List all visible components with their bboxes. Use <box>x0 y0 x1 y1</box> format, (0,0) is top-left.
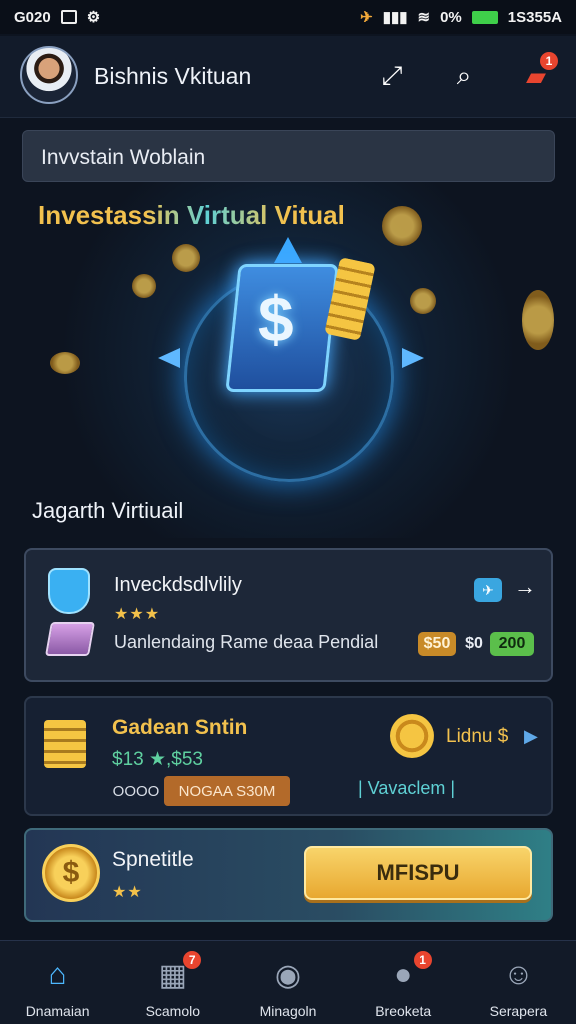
nav-label: Dnamaian <box>25 1003 90 1019</box>
app-header: Bishnis Vkituan ⤢ ⌕ ▰ 1 <box>0 36 576 118</box>
primary-action-button[interactable]: MFISPU <box>304 846 532 900</box>
nav-item-compass[interactable]: ◉ Minagoln <box>230 941 345 1024</box>
rating-stars: ★★ <box>112 884 143 901</box>
home-icon: ⌂ <box>48 958 67 991</box>
coin-icon <box>410 288 436 314</box>
username: Bishnis Vkituan <box>94 63 252 89</box>
stack-icon <box>45 622 95 656</box>
special-card[interactable]: $ Spnetitle ★★ MFISPU <box>24 828 553 922</box>
notifications-icon[interactable]: ▰ 1 <box>516 52 558 96</box>
nav-label: Scamolo <box>145 1003 201 1019</box>
arrow-right-icon[interactable]: → <box>514 574 536 600</box>
coin-icon <box>522 290 554 350</box>
nav-item-home[interactable]: ⌂ Dnamaian <box>0 941 115 1024</box>
wifi-icon: ≋ <box>417 9 431 26</box>
settings-icon: ⚙ <box>86 9 101 26</box>
search-text: Invvstain Woblain <box>41 146 206 169</box>
flight-icon: ✈ <box>360 9 373 26</box>
status-right-text: 1S355A <box>507 8 562 26</box>
arrow-left-icon <box>158 348 180 368</box>
card-value: $13 ★,$53 <box>112 749 203 770</box>
mail-icon <box>60 10 77 24</box>
garden-card[interactable]: Gadean Sntin $13 ★,$53 OOOO NOGAA S30M L… <box>24 696 553 816</box>
nav-badge: 1 <box>413 951 432 969</box>
bird-icon[interactable]: ✈ <box>474 578 502 602</box>
status-bar: G020 ⚙ ✈ ▮▮▮ ≋ 0% 1S355A <box>0 0 576 34</box>
bottom-nav: ⌂ Dnamaian ▦ 7 Scamolo ◉ Minagoln ● 1 Br… <box>0 940 576 1024</box>
hero-banner: Investassin Virtual Vitual $ Jagarth Vir… <box>22 182 555 538</box>
arrow-right-icon <box>402 348 424 368</box>
dollar-icon: $ <box>258 283 294 355</box>
card-caption: | Vavaclem | <box>358 778 456 798</box>
nav-label: Serapera <box>489 1003 548 1019</box>
nav-label: Minagoln <box>259 1003 317 1019</box>
nav-item-chat[interactable]: ● 1 Breoketa <box>346 941 461 1024</box>
investment-card[interactable]: Inveckdsdlvlily ★★★ Uanlendaing Rame dea… <box>24 548 553 682</box>
value-pill: 200 <box>490 632 534 656</box>
card-link[interactable]: Lidnu $ <box>446 726 508 748</box>
status-time: G020 <box>14 8 51 26</box>
card-description: Uanlendaing Rame deaa Pendial <box>114 632 379 652</box>
notification-badge: 1 <box>540 52 558 70</box>
coin-stack-icon <box>44 720 86 768</box>
card-title: Gadean Sntin <box>112 716 248 739</box>
share-icon[interactable]: ⤢ <box>372 56 412 96</box>
shield-icon <box>48 568 90 614</box>
card-title: Spnetitle <box>112 848 194 871</box>
price-pill: $50 <box>418 632 456 656</box>
compass-icon: ◉ <box>274 958 302 992</box>
nav-label: Breoketa <box>375 1003 432 1019</box>
avatar[interactable] <box>20 46 78 104</box>
coin-icon <box>172 244 200 272</box>
rating-stars: ★★★ <box>114 606 161 623</box>
dollar-coin-icon: $ <box>42 844 100 902</box>
tag: OOOO <box>112 782 160 800</box>
coin-icon <box>382 206 422 246</box>
signal-icon: ▮▮▮ <box>382 9 408 26</box>
battery-icon <box>471 10 498 24</box>
nav-item-profile[interactable]: ☺ Serapera <box>461 941 576 1024</box>
profile-icon: ☺ <box>503 958 534 991</box>
price-text: $0 <box>465 635 483 652</box>
card-title: Inveckdsdlvlily <box>114 574 242 596</box>
battery-percent: 0% <box>440 8 462 26</box>
coin-icon <box>50 352 80 374</box>
search-banner[interactable]: Invvstain Woblain <box>22 130 555 182</box>
coin-icon <box>132 274 156 298</box>
gear-coin-icon <box>390 714 434 758</box>
tag-button[interactable]: NOGAA S30M <box>164 776 290 806</box>
hero-subtitle: Jagarth Virtiuail <box>32 498 184 523</box>
nav-item-cards[interactable]: ▦ 7 Scamolo <box>115 941 230 1024</box>
hero-title: Investassin Virtual Vitual <box>38 200 345 230</box>
search-icon[interactable]: ⌕ <box>444 56 484 96</box>
arrow-up-icon <box>274 237 302 263</box>
chevron-right-icon[interactable]: ▶ <box>524 726 538 747</box>
nav-badge: 7 <box>183 951 202 969</box>
